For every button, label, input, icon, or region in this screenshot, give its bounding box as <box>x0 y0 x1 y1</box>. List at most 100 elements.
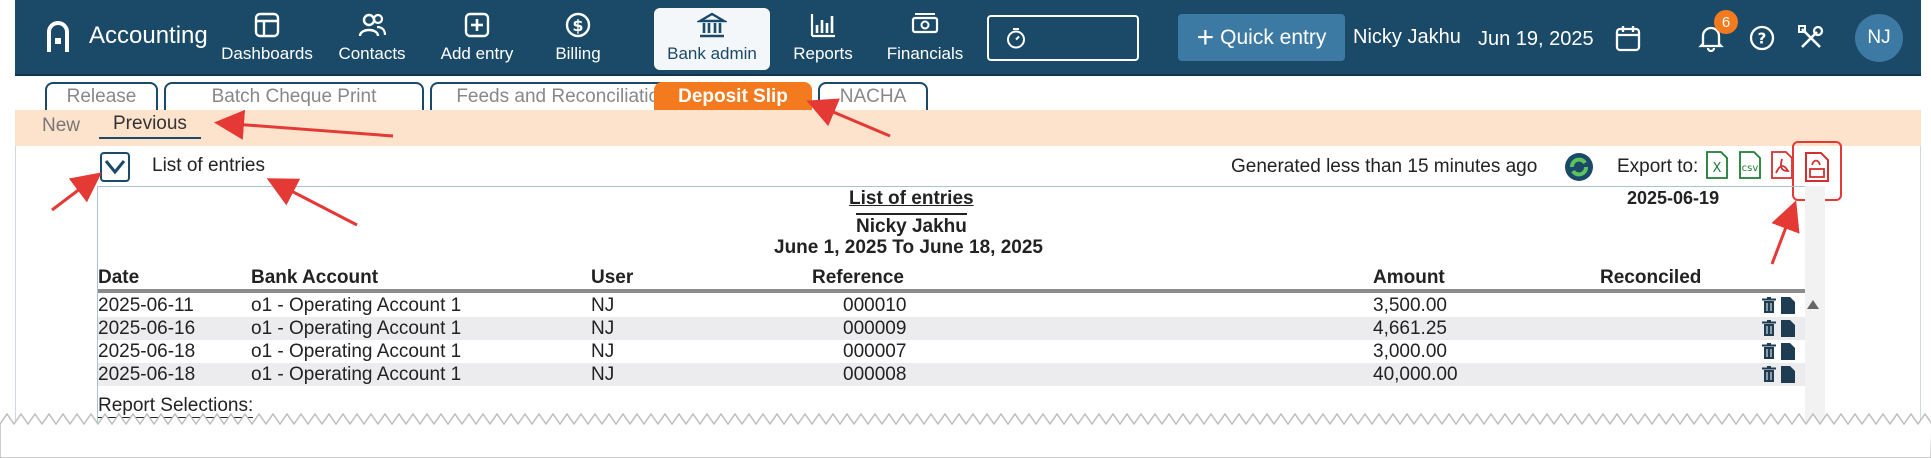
cell-amount: 4,661.25 <box>1373 318 1447 339</box>
nav-bank-admin[interactable]: Bank admin <box>654 8 770 70</box>
svg-text:X: X <box>1713 161 1722 176</box>
cell-bank-account: o1 - Operating Account 1 <box>251 341 462 362</box>
tools-icon[interactable] <box>1797 24 1825 52</box>
tab-batch-cheque-print[interactable]: Batch Cheque Print <box>164 82 424 110</box>
tab-nacha[interactable]: NACHA <box>818 82 928 110</box>
table-row[interactable]: 2025-06-16 o1 - Operating Account 1 NJ 0… <box>98 317 1805 340</box>
col-header-bank-account[interactable]: Bank Account <box>251 267 378 289</box>
table-row[interactable]: 2025-06-18 o1 - Operating Account 1 NJ 0… <box>98 363 1805 386</box>
document-icon[interactable] <box>1781 343 1795 360</box>
nav-dashboards[interactable]: Dashboards <box>213 10 321 68</box>
cell-reference: 000007 <box>843 341 907 362</box>
pdf-export-icon[interactable] <box>1770 150 1794 180</box>
report-subtitle: Nicky Jakhu <box>856 213 967 238</box>
current-date[interactable]: Jun 19, 2025 <box>1478 28 1594 51</box>
nav-label: Billing <box>555 44 601 63</box>
user-name[interactable]: Nicky Jakhu <box>1353 26 1461 49</box>
app-name: Accounting <box>89 22 208 49</box>
trash-icon[interactable] <box>1762 366 1776 383</box>
cell-user: NJ <box>591 295 615 316</box>
calendar-icon[interactable] <box>1615 24 1641 52</box>
csv-export-icon[interactable]: csv <box>1738 150 1762 180</box>
header-divider <box>98 289 1805 293</box>
cell-bank-account: o1 - Operating Account 1 <box>251 295 462 316</box>
nav-contacts[interactable]: Contacts <box>327 10 417 68</box>
report-section-title: List of entries <box>152 155 265 176</box>
cell-bank-account: o1 - Operating Account 1 <box>251 364 462 385</box>
document-icon[interactable] <box>1781 297 1795 314</box>
dollar-icon: $ <box>565 12 591 38</box>
money-icon <box>911 13 939 34</box>
trash-icon[interactable] <box>1762 320 1776 337</box>
top-navbar: Accounting Dashboards Contacts Add entry… <box>15 0 1921 76</box>
report-date: 2025-06-19 <box>1627 188 1720 208</box>
accounting-logo-icon <box>47 21 69 52</box>
mode-new[interactable]: New <box>42 115 80 137</box>
add-entry-icon <box>464 12 490 38</box>
cell-amount: 3,000.00 <box>1373 341 1447 362</box>
col-header-amount[interactable]: Amount <box>1373 267 1445 289</box>
cell-user: NJ <box>591 318 615 339</box>
help-icon[interactable]: ? <box>1748 24 1776 52</box>
nav-reports[interactable]: Reports <box>787 10 859 68</box>
cell-reference: 000010 <box>843 295 907 316</box>
svg-text:csv: csv <box>1742 163 1759 174</box>
nav-billing[interactable]: $ Billing <box>540 10 616 68</box>
cell-bank-account: o1 - Operating Account 1 <box>251 318 462 339</box>
brand[interactable]: Accounting <box>43 18 208 54</box>
svg-text:$: $ <box>572 16 583 35</box>
trash-icon[interactable] <box>1762 297 1776 314</box>
generated-status: Generated less than 15 minutes ago <box>1231 156 1538 177</box>
nav-label: Contacts <box>338 44 406 63</box>
timer-widget[interactable] <box>987 15 1139 61</box>
tab-deposit-slip[interactable]: Deposit Slip <box>654 82 812 110</box>
col-header-user[interactable]: User <box>591 267 633 289</box>
cell-user: NJ <box>591 364 615 385</box>
cell-date: 2025-06-16 <box>98 318 196 339</box>
contacts-icon <box>358 13 387 37</box>
cell-date: 2025-06-18 <box>98 364 196 385</box>
col-header-date[interactable]: Date <box>98 267 139 289</box>
nav-label: Financials <box>886 44 964 63</box>
torn-edge <box>0 412 1931 458</box>
nav-label: Add entry <box>440 44 514 63</box>
plus-icon: + <box>1196 20 1215 54</box>
document-icon[interactable] <box>1781 366 1795 383</box>
svg-text:?: ? <box>1758 30 1767 48</box>
mode-bar: New Previous <box>15 110 1921 146</box>
avatar[interactable]: NJ <box>1855 14 1903 62</box>
table-row[interactable]: 2025-06-18 o1 - Operating Account 1 NJ 0… <box>98 340 1805 363</box>
cell-reference: 000008 <box>843 364 907 385</box>
nav-add-entry[interactable]: Add entry <box>425 10 529 68</box>
nav-label: Reports <box>793 44 853 63</box>
notification-badge: 6 <box>1714 10 1738 34</box>
document-icon[interactable] <box>1781 320 1795 337</box>
table-row[interactable]: 2025-06-11 o1 - Operating Account 1 NJ 0… <box>98 294 1805 317</box>
report-period: June 1, 2025 To June 18, 2025 <box>774 237 1043 258</box>
nav-label: Bank admin <box>667 44 757 63</box>
report-title: List of entries <box>849 188 974 209</box>
cell-reference: 000009 <box>843 318 907 339</box>
export-label: Export to: <box>1617 156 1699 177</box>
nav-financials[interactable]: Financials <box>877 10 973 68</box>
dashboard-icon <box>254 12 280 38</box>
col-header-reconciled[interactable]: Reconciled <box>1600 267 1701 289</box>
cell-user: NJ <box>591 341 615 362</box>
refresh-icon[interactable] <box>1563 151 1595 183</box>
cell-amount: 3,500.00 <box>1373 295 1447 316</box>
cell-date: 2025-06-11 <box>98 295 194 316</box>
col-header-reference[interactable]: Reference <box>812 267 904 289</box>
scroll-up-arrow-icon[interactable] <box>1807 300 1819 309</box>
excel-export-icon[interactable]: X <box>1705 150 1729 180</box>
chevron-down-icon <box>104 160 126 175</box>
nav-label: Dashboards <box>221 44 313 63</box>
tab-release[interactable]: Release <box>45 82 158 110</box>
collapse-toggle[interactable] <box>100 152 130 182</box>
cell-amount: 40,000.00 <box>1373 364 1458 385</box>
bank-icon <box>697 12 727 38</box>
mode-previous[interactable]: Previous <box>99 113 201 139</box>
cell-date: 2025-06-18 <box>98 341 196 362</box>
quick-entry-button[interactable]: + Quick entry <box>1178 14 1345 61</box>
bar-chart-icon <box>810 14 835 38</box>
trash-icon[interactable] <box>1762 343 1776 360</box>
